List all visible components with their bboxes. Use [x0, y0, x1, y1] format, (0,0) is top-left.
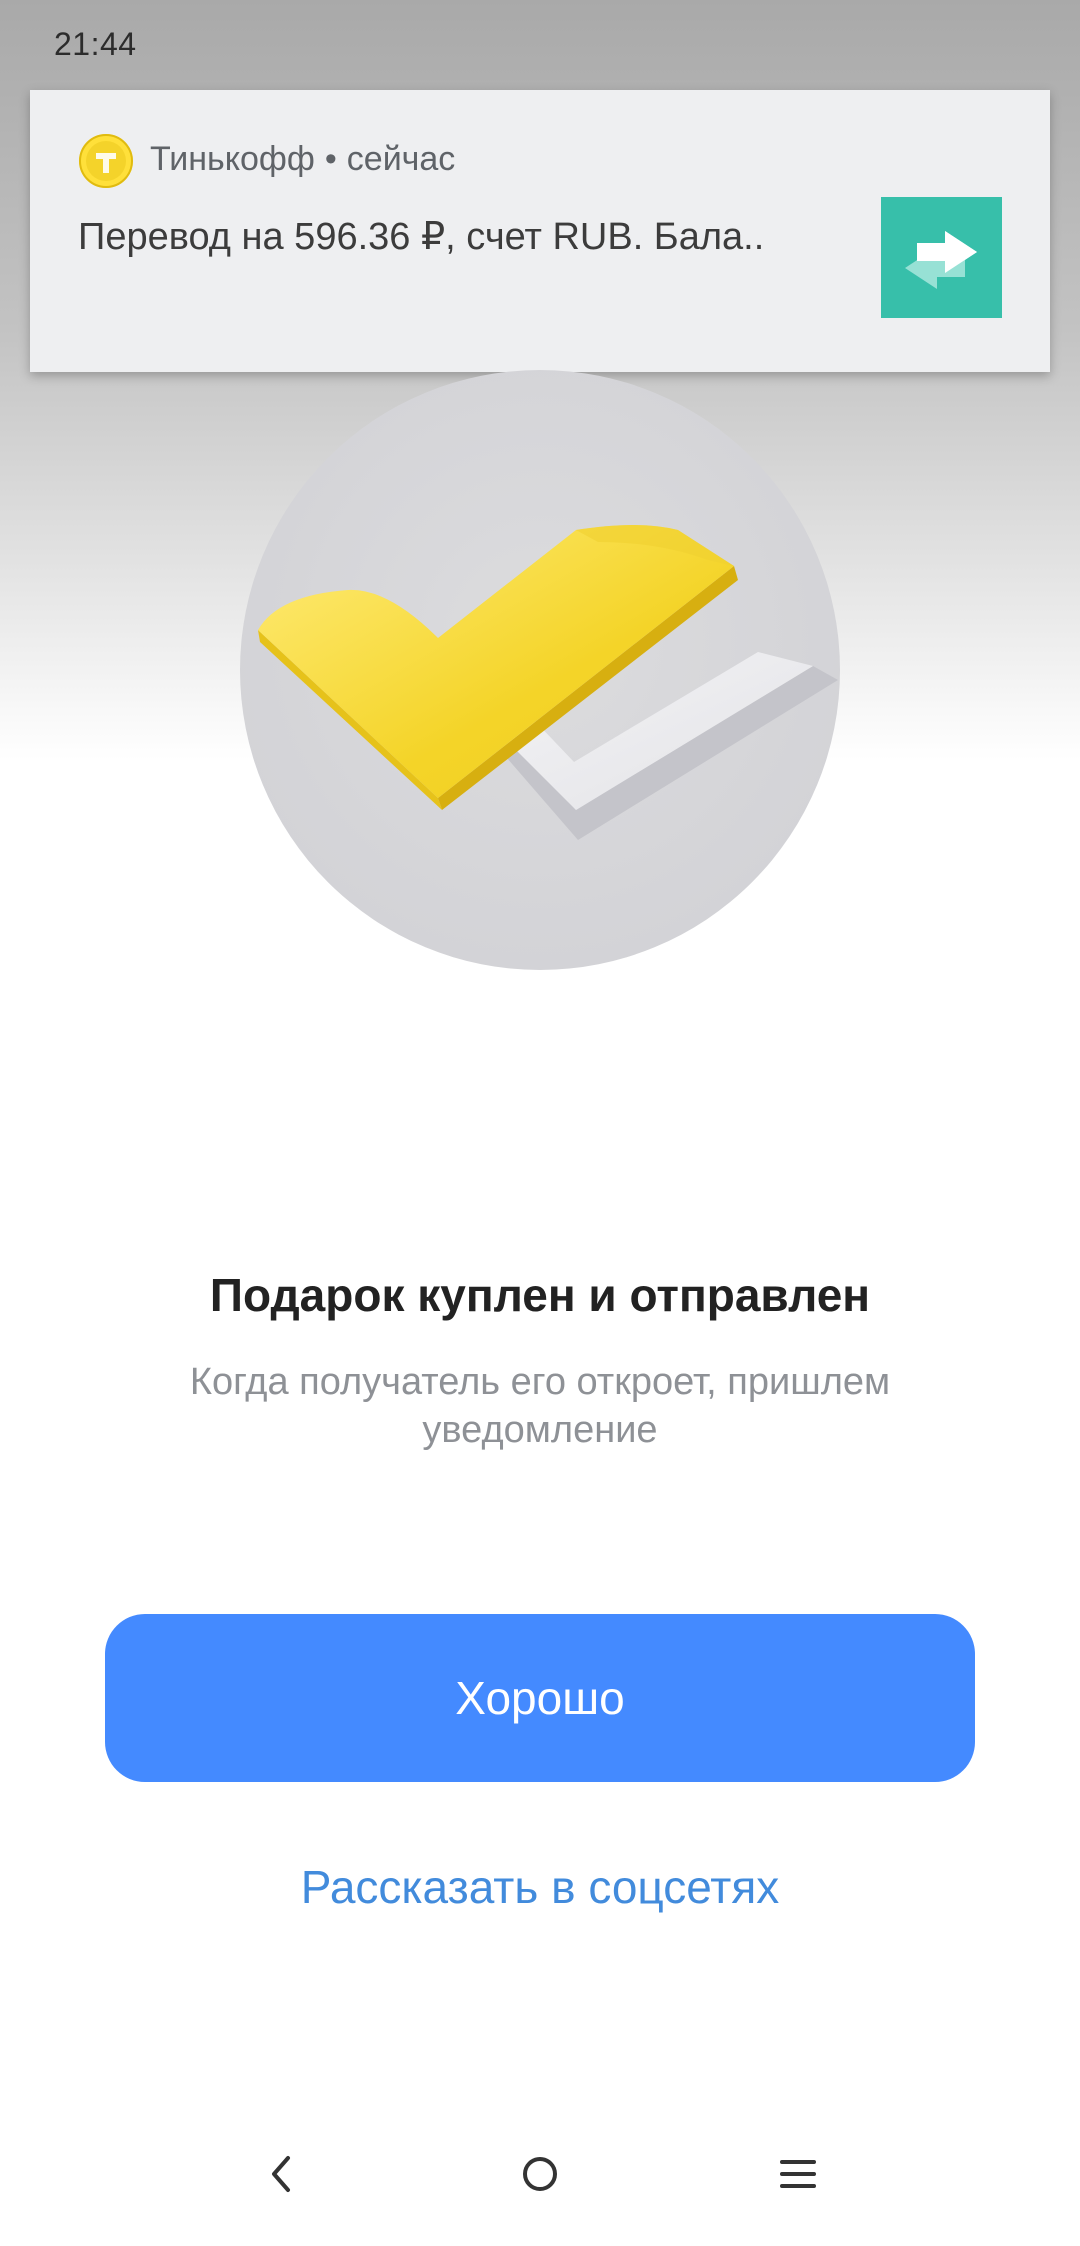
tinkoff-logo-icon — [79, 134, 133, 188]
notification-card[interactable]: Тинькофф • сейчас Перевод на 596.36 ₽, сче… — [30, 90, 1050, 372]
double-checkmark-icon — [240, 370, 840, 970]
notification-thumbnail — [881, 197, 1002, 318]
menu-button[interactable] — [758, 2134, 838, 2214]
notification-time: сейчас — [346, 140, 456, 178]
menu-icon — [780, 2160, 816, 2188]
share-link[interactable]: Рассказать в соцсетях — [0, 1860, 1080, 1914]
back-icon — [272, 2156, 290, 2192]
status-bar: 21:44 — [0, 0, 1080, 90]
notification-app-name: Тинькофф — [150, 140, 315, 178]
navigation-bar — [0, 2110, 1080, 2246]
notification-separator: • — [324, 140, 337, 178]
screen: 21:44 Тинькофф • сейчас Перевод на 596.36 … — [0, 0, 1080, 2246]
page-title: Подарок куплен и отправлен — [209, 1269, 871, 1321]
notification-text: Перевод на 596.36 ₽, счет RUB. Бала.. — [78, 216, 765, 258]
transfer-arrows-icon — [905, 231, 977, 289]
page-subtitle: Когда получатель его откроет, пришлем ув… — [189, 1361, 891, 1451]
status-time: 21:44 — [54, 26, 137, 62]
home-button[interactable] — [500, 2134, 580, 2214]
notification-header: Тинькофф • сейчас — [150, 140, 455, 179]
ok-button[interactable]: Хорошо — [105, 1614, 975, 1782]
back-button[interactable] — [242, 2134, 322, 2214]
home-icon — [523, 2157, 557, 2191]
